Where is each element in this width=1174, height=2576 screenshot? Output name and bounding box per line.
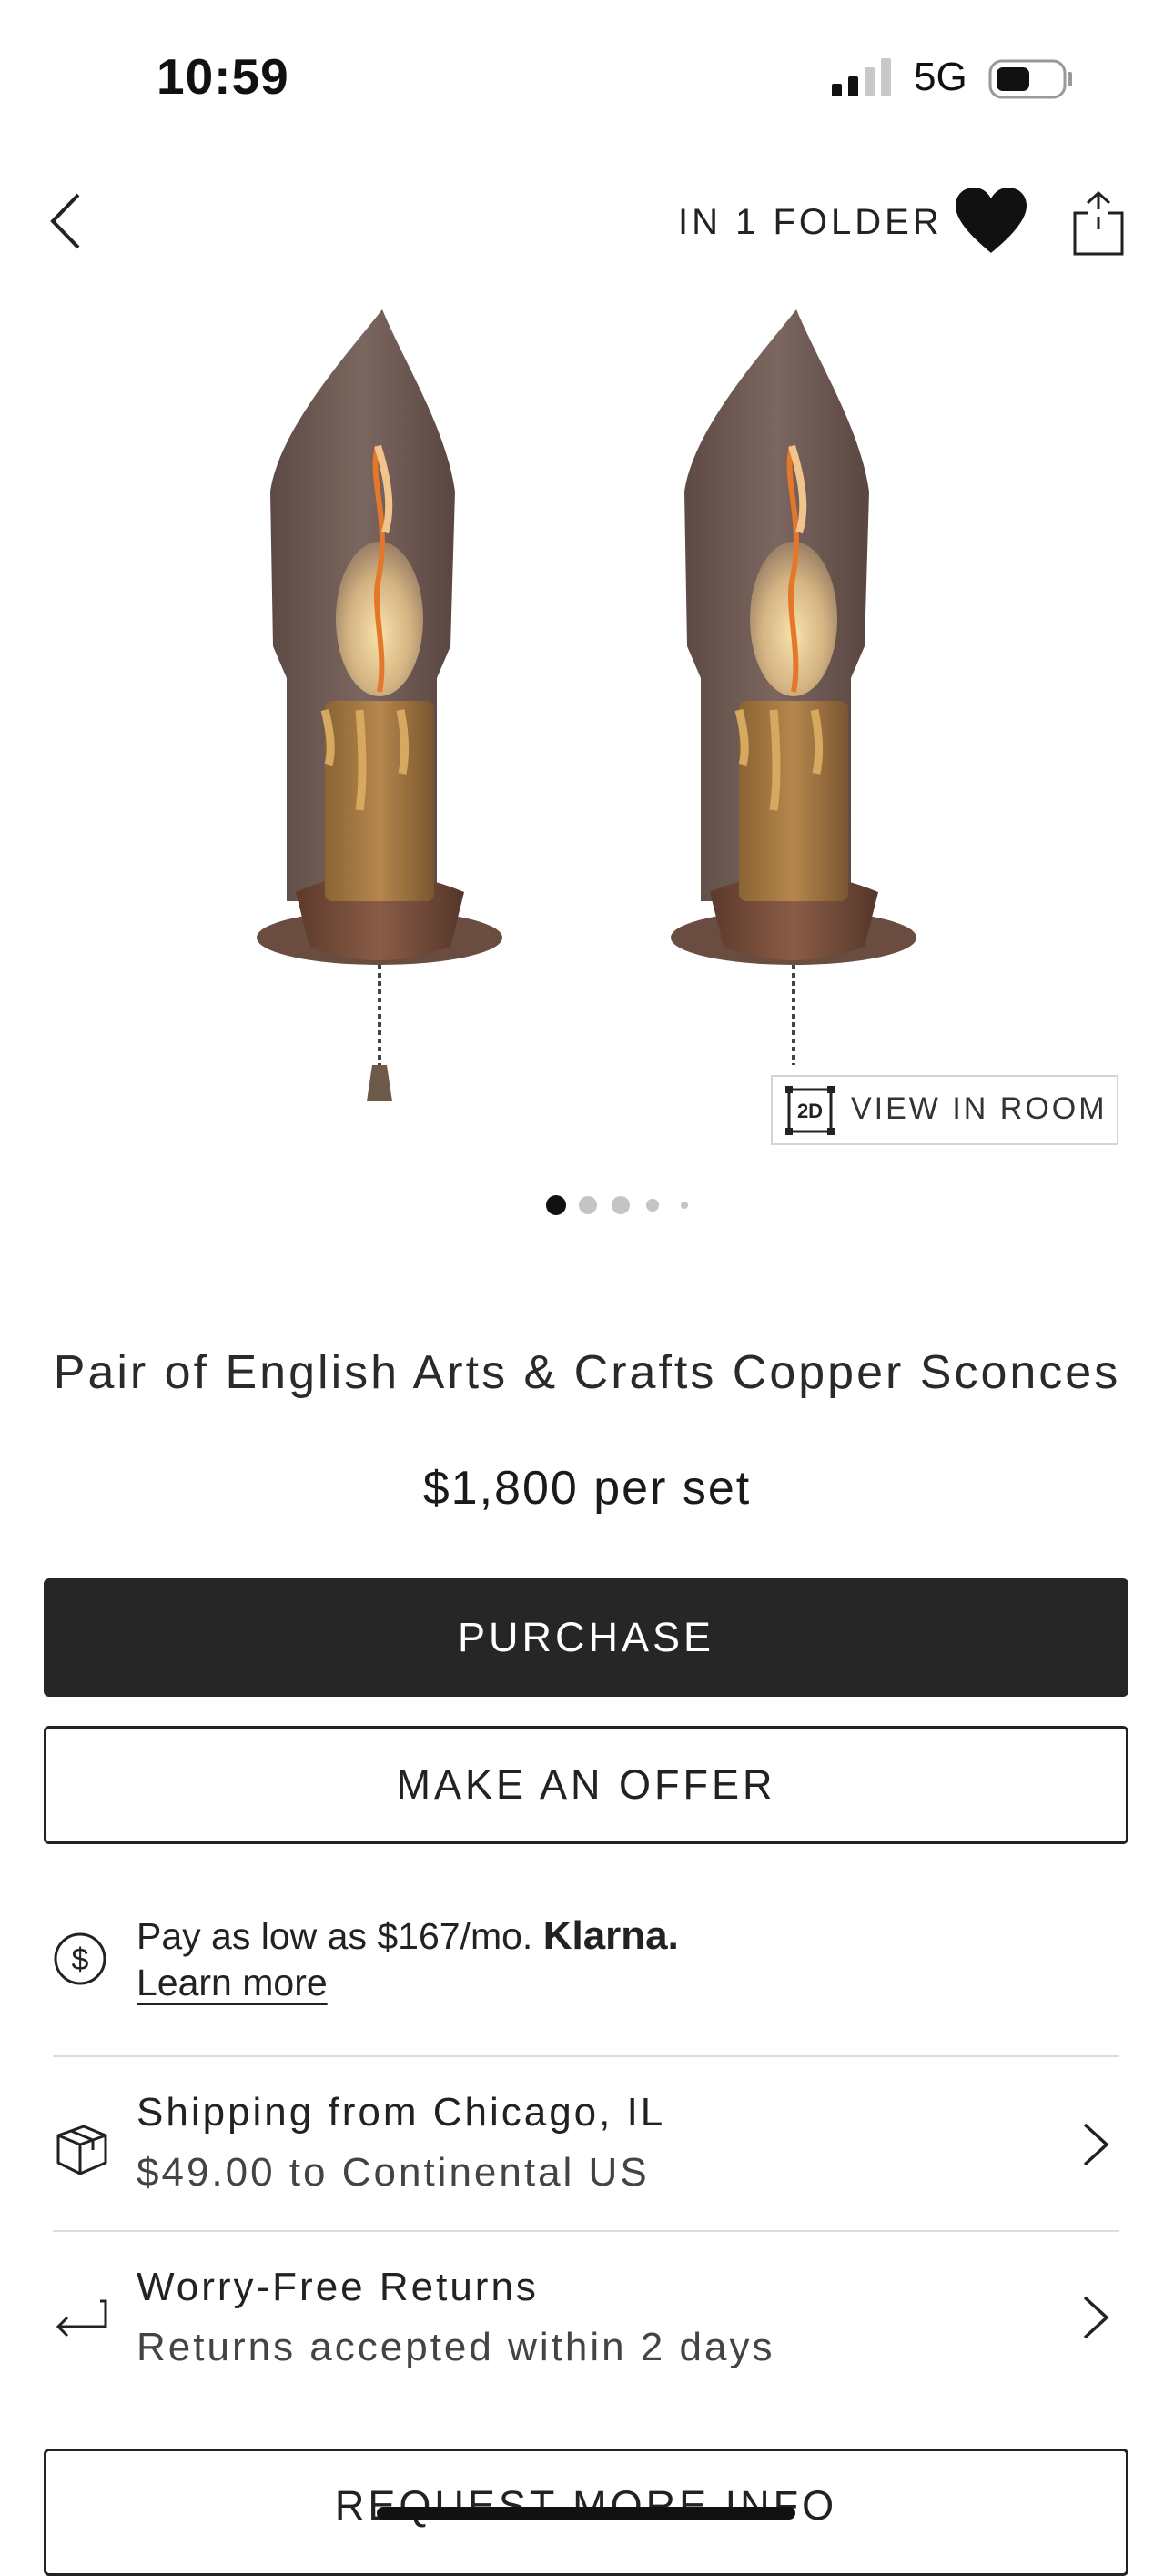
learn-more-link[interactable]: Learn more <box>137 1962 328 2004</box>
heart-icon[interactable] <box>954 186 1028 255</box>
view-in-room-button[interactable]: 2D VIEW IN ROOM <box>771 1075 1118 1145</box>
carousel-pagination[interactable] <box>542 1195 697 1215</box>
shipping-title: Shipping from Chicago, IL <box>137 2090 666 2135</box>
status-time: 10:59 <box>157 48 289 105</box>
dollar-circle-icon: $ <box>54 1932 106 1985</box>
chevron-right-icon <box>1083 2296 1109 2339</box>
purchase-button[interactable]: PURCHASE <box>44 1578 1128 1697</box>
view-in-room-badge: 2D <box>797 1100 823 1122</box>
returns-subtitle: Returns accepted within 2 days <box>137 2325 775 2369</box>
carousel-dot-5[interactable] <box>681 1202 688 1209</box>
shipping-subtitle: $49.00 to Continental US <box>137 2150 650 2195</box>
back-chevron-icon[interactable] <box>46 189 91 253</box>
box-icon <box>56 2125 107 2175</box>
return-arrow-icon <box>56 2299 107 2338</box>
in-folder-link[interactable]: IN 1 FOLDER <box>678 202 943 243</box>
returns-title: Worry-Free Returns <box>137 2265 539 2309</box>
view-in-room-label: VIEW IN ROOM <box>851 1091 1108 1126</box>
product-title: Pair of English Arts & Crafts Copper Sco… <box>53 1346 1121 1399</box>
sconce-left <box>257 309 502 1101</box>
product-price: $1,800 per set <box>422 1462 752 1515</box>
shipping-row[interactable]: Shipping from Chicago, IL $49.00 to Cont… <box>0 2059 1174 2230</box>
battery-icon <box>988 59 1072 99</box>
carousel-dot-4[interactable] <box>646 1199 659 1212</box>
financing-text: Pay as low as $167/mo. Klarna. <box>137 1913 679 1959</box>
svg-text:$: $ <box>72 1942 89 1977</box>
product-image[interactable] <box>209 300 992 1147</box>
returns-row[interactable]: Worry-Free Returns Returns accepted with… <box>0 2234 1174 2405</box>
klarna-logo: Klarna. <box>542 1913 679 1958</box>
financing-amount: Pay as low as $167/mo. <box>137 1915 533 1957</box>
chevron-right-icon <box>1083 2123 1109 2166</box>
divider <box>53 2230 1119 2232</box>
carousel-dot-3[interactable] <box>612 1196 630 1214</box>
divider <box>53 2055 1119 2057</box>
carousel-dot-2[interactable] <box>579 1196 597 1214</box>
network-type: 5G <box>914 55 967 99</box>
share-icon[interactable] <box>1072 189 1125 257</box>
view-in-room-2d-icon: 2D <box>785 1086 835 1135</box>
home-indicator[interactable] <box>377 2507 795 2520</box>
make-offer-button[interactable]: MAKE AN OFFER <box>44 1726 1128 1844</box>
request-more-info-label: REQUEST MORE INFO <box>334 2482 838 2529</box>
carousel-dot-1-active[interactable] <box>546 1195 566 1215</box>
cellular-signal-icon <box>832 58 891 96</box>
sconce-right <box>671 309 916 1065</box>
